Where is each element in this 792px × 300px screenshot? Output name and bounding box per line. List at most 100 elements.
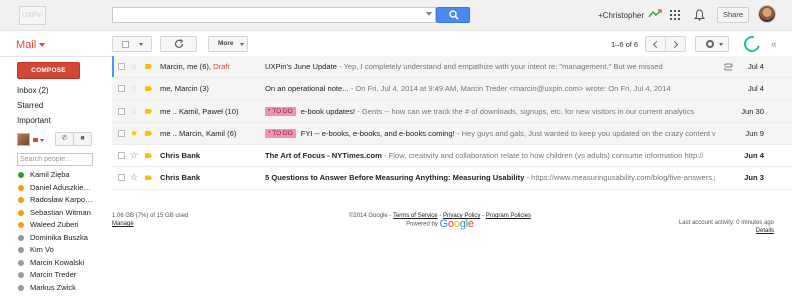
message-date: Jun 4	[744, 151, 764, 161]
search-button[interactable]	[436, 7, 470, 23]
message-row[interactable]: ☆ me .. Kamil, Paweł (10) * TO DO e-book up…	[112, 100, 792, 123]
contact-item[interactable]: Radosław Karpo…	[17, 194, 107, 207]
video-call-button[interactable]: ■	[73, 132, 92, 146]
older-page-button[interactable]	[665, 36, 686, 52]
contact-name: Marcin Treder	[30, 270, 77, 279]
message-checkbox[interactable]	[118, 107, 125, 115]
mail-menu[interactable]: Mail	[16, 39, 46, 51]
message-row[interactable]: ☆ Marcin, me (6), Draft UXPin's June Updat…	[112, 56, 792, 79]
message-snippet: - Yep, I completely understand and empat…	[336, 62, 663, 71]
message-content: * TO DO FYI -- e-books, e-books, and e-bo…	[265, 123, 715, 145]
chat-avatar[interactable]	[17, 133, 30, 146]
star-icon[interactable]: ★	[130, 128, 138, 138]
presence-status-icon	[18, 259, 24, 266]
trend-arrow-icon[interactable]	[648, 9, 662, 19]
phone-call-button[interactable]: ✆	[55, 132, 74, 146]
search-options-icon[interactable]	[426, 12, 432, 16]
compose-button[interactable]: COMPOSE	[17, 62, 80, 79]
extension-q-icon[interactable]	[741, 33, 763, 55]
contact-item[interactable]: Kamil Zięba	[17, 169, 107, 182]
message-date: Jun 3	[744, 173, 764, 183]
todo-label[interactable]: * TO DO	[265, 129, 296, 139]
select-all-button[interactable]	[112, 36, 152, 52]
star-icon[interactable]: ☆	[130, 83, 138, 93]
app-logo[interactable]: UXPin	[19, 6, 46, 25]
contact-item[interactable]: Marcin Treder	[17, 269, 107, 282]
share-button[interactable]: Share	[717, 7, 749, 23]
notifications-bell-icon[interactable]	[694, 9, 705, 21]
message-checkbox[interactable]	[118, 63, 125, 70]
contact-item[interactable]: Kim Vo	[17, 244, 107, 257]
profile-name-link[interactable]: +Christopher	[598, 11, 644, 20]
copyright-text: ©2014 Google -	[348, 213, 393, 219]
message-checkbox[interactable]	[118, 85, 125, 93]
contact-name: Marcin Kowalski	[30, 257, 85, 267]
sidebar-item-starred[interactable]: Starred	[0, 98, 100, 113]
importance-marker-icon[interactable]	[145, 175, 152, 181]
star-icon[interactable]: ☆	[130, 106, 138, 116]
sidebar-item-important[interactable]: Important	[0, 113, 100, 128]
importance-marker-icon[interactable]	[145, 130, 152, 136]
camera-status-icon[interactable]	[33, 138, 38, 142]
message-sender: me .. Kamil, Paweł (10)	[160, 101, 258, 123]
collapse-panel-icon[interactable]: ‹‹	[771, 39, 777, 50]
message-snippet: - https://www.measuringusability.com/blo…	[526, 173, 715, 183]
importance-marker-icon[interactable]	[145, 153, 152, 159]
program-policies-link[interactable]: Program Policies	[486, 213, 531, 219]
contact-item[interactable]: Markus Zwick	[17, 282, 107, 295]
importance-marker-icon[interactable]	[145, 108, 152, 114]
message-row[interactable]: ☆ Chris Bank 5 Questions to Answer Before …	[112, 167, 792, 190]
message-row[interactable]: ☆ me, Marcin (3) On an operational note...…	[112, 78, 792, 101]
importance-marker-icon[interactable]	[145, 86, 152, 92]
todo-label[interactable]: * TO DO	[265, 107, 296, 117]
more-actions-button[interactable]: More	[208, 36, 248, 52]
contact-name: Kim Vo	[30, 245, 54, 254]
message-checkbox[interactable]	[118, 152, 125, 160]
presence-status-icon	[18, 197, 24, 203]
contact-list: Kamil Zięba Daniel Aduszkie… Radosław Karp…	[17, 169, 107, 294]
importance-marker-icon[interactable]	[145, 64, 152, 69]
sender-names: Chris Bank	[160, 151, 201, 161]
activity-details-link[interactable]: Details	[756, 228, 774, 234]
google-logo: Google	[439, 218, 474, 230]
star-icon[interactable]: ☆	[130, 150, 138, 160]
contact-item[interactable]: Daniel Aduszkie…	[17, 182, 107, 195]
chevron-down-icon[interactable]	[40, 139, 44, 142]
message-row[interactable]: ★ me .. Marcin, Kamil (6) * TO DO FYI -- e-…	[112, 122, 792, 146]
contact-name: Kamil Zięba	[30, 170, 70, 179]
presence-status-icon	[18, 209, 24, 216]
sidebar-item-inbox[interactable]: Inbox (2)	[0, 83, 100, 98]
search-input[interactable]	[112, 7, 436, 23]
contact-item[interactable]: Dominika Buszka	[17, 232, 107, 245]
message-content: * TO DO e-book updates! - Gents -- how ca…	[265, 101, 715, 123]
apps-grid-icon[interactable]	[670, 10, 680, 20]
star-icon[interactable]: ☆	[130, 61, 138, 71]
presence-status-icon	[18, 184, 24, 191]
chevron-down-icon	[240, 43, 244, 46]
refresh-button[interactable]	[160, 36, 197, 52]
message-checkbox[interactable]	[118, 174, 125, 182]
account-avatar[interactable]	[758, 5, 776, 23]
settings-button[interactable]	[695, 36, 729, 52]
contact-item[interactable]: Sebastian Witman	[17, 207, 107, 220]
storage-usage: 1.06 GB (7%) of 15 GB used	[112, 213, 189, 219]
draft-indicator: Draft	[213, 62, 230, 71]
message-sender: me, Marcin (3)	[160, 78, 258, 100]
contact-item[interactable]: Waleed Zuberi	[17, 219, 107, 232]
message-row[interactable]: ☆ Chris Bank The Art of Focus - NYTimes.co…	[112, 145, 792, 168]
terms-link[interactable]: Terms of Service	[393, 213, 438, 219]
manage-storage-link[interactable]: Manage	[112, 221, 134, 227]
message-sender: Marcin, me (6), Draft	[160, 56, 258, 78]
phone-icon: ✆	[61, 135, 68, 142]
refresh-icon	[174, 38, 184, 48]
chevron-right-icon	[670, 40, 679, 49]
message-checkbox[interactable]	[118, 129, 125, 137]
select-all-checkbox[interactable]	[122, 41, 129, 48]
star-icon[interactable]: ☆	[130, 172, 138, 182]
search-people-input[interactable]	[17, 153, 93, 166]
presence-status-icon	[18, 222, 24, 228]
newer-page-button[interactable]	[645, 36, 666, 52]
contact-item[interactable]: Marcin Kowalski	[17, 257, 107, 270]
account-activity: Last account activity: 0 minutes ago Det…	[640, 219, 774, 235]
footer-links: ©2014 Google - Terms of Service - Privac…	[348, 213, 532, 230]
